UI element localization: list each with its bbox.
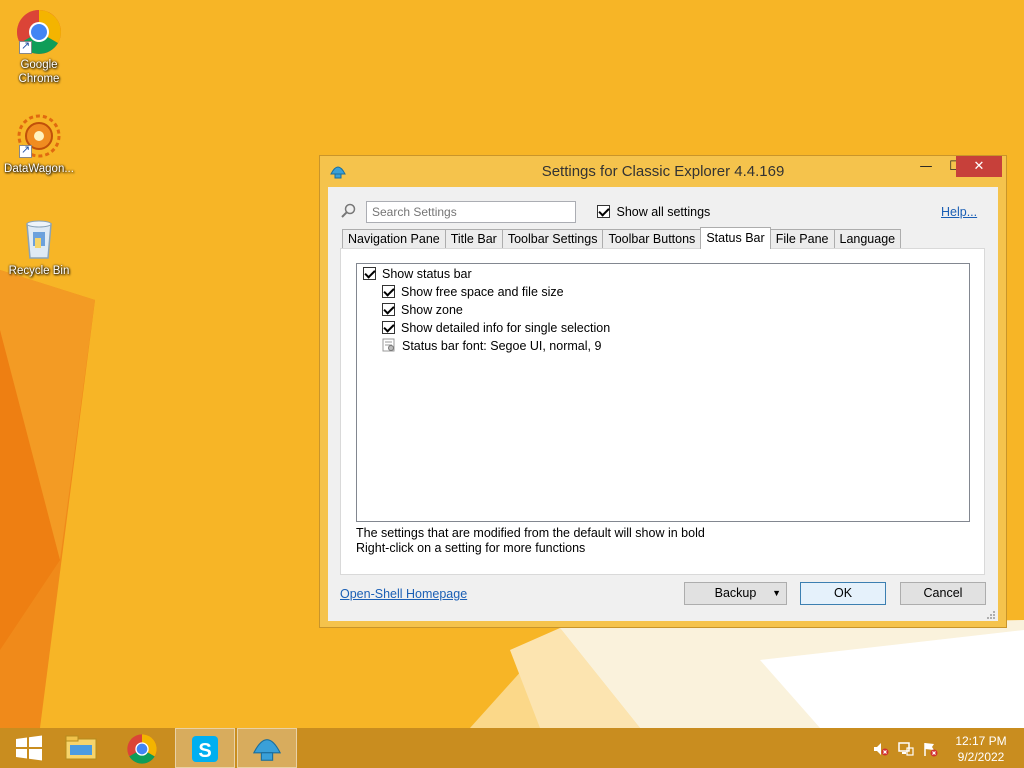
search-icon [340,203,356,219]
shortcut-arrow-icon [19,143,32,158]
setting-label: Show free space and file size [401,285,564,299]
svg-text:S: S [198,740,211,762]
settings-window: Settings for Classic Explorer 4.4.169 — … [319,155,1007,628]
checkbox[interactable] [382,321,395,334]
setting-label: Show detailed info for single selection [401,321,611,335]
shortcut-arrow-icon [19,39,32,54]
action-center-flag-icon[interactable] [922,741,938,757]
taskbar-file-explorer[interactable] [50,728,110,768]
desktop-icon-datawagon[interactable]: DataWagon... [0,112,78,176]
hint-right-click: Right-click on a setting for more functi… [356,541,586,555]
settings-tree[interactable]: Show status bar Show free space and file… [356,263,970,522]
status-bar-tab-panel: Show status bar Show free space and file… [340,248,985,575]
desktop-icon-label: Google Chrome [18,59,60,85]
tab-file-pane[interactable]: File Pane [769,229,835,248]
taskbar-skype[interactable]: S [175,728,235,768]
help-link[interactable]: Help... [941,205,977,219]
checkbox[interactable] [363,267,376,280]
hint-modified-bold: The settings that are modified from the … [356,526,705,540]
system-clock[interactable]: 12:17 PM 9/2/2022 [946,733,1016,765]
setting-show-zone[interactable]: Show zone [382,301,463,319]
show-all-settings-checkbox[interactable]: Show all settings [597,204,710,219]
clock-date: 9/2/2022 [957,750,1005,764]
volume-muted-icon[interactable] [873,741,889,757]
search-settings-input[interactable] [366,201,576,223]
network-icon[interactable] [898,741,914,757]
close-button[interactable]: ✕ [956,156,1002,177]
tab-status-bar[interactable]: Status Bar [700,227,771,249]
setting-status-bar-font[interactable]: Status bar font: Segoe UI, normal, 9 [382,337,601,355]
tab-toolbar-settings[interactable]: Toolbar Settings [501,229,604,248]
desktop-icon-chrome[interactable]: Google Chrome [0,8,78,86]
clock-time: 12:17 PM [955,734,1007,748]
show-all-settings-check[interactable] [597,205,610,219]
resize-grip-icon[interactable] [986,609,996,619]
desktop-icon-label: DataWagon... [4,163,74,175]
setting-show-detailed-info[interactable]: Show detailed info for single selection [382,319,610,337]
dropdown-arrow-icon: ▼ [772,588,781,598]
datawagon-icon [15,112,63,160]
setting-label: Show zone [401,303,463,317]
tab-toolbar-buttons[interactable]: Toolbar Buttons [602,229,702,248]
minimize-button[interactable]: — [912,156,940,177]
open-shell-icon [252,739,282,761]
recycle-bin-icon [15,214,63,262]
title-bar[interactable]: Settings for Classic Explorer 4.4.169 — … [320,156,1006,187]
tab-language[interactable]: Language [833,229,902,248]
tab-navigation-pane[interactable]: Navigation Pane [342,229,446,248]
setting-show-status-bar[interactable]: Show status bar [363,265,472,283]
tab-title-bar[interactable]: Title Bar [444,229,503,248]
setting-show-free-space[interactable]: Show free space and file size [382,283,564,301]
checkbox[interactable] [382,285,395,298]
desktop-icon-label: Recycle Bin [8,265,70,277]
taskbar-open-shell[interactable] [237,728,297,768]
taskbar-chrome[interactable] [112,728,172,768]
setting-label: Status bar font: Segoe UI, normal, 9 [402,339,602,353]
file-explorer-icon [65,735,97,760]
window-title: Settings for Classic Explorer 4.4.169 [541,163,785,180]
setting-label: Show status bar [382,267,472,281]
checkbox[interactable] [382,303,395,316]
desktop-icon-recycle-bin[interactable]: Recycle Bin [0,214,78,278]
backup-button[interactable]: Backup ▼ [684,582,787,605]
taskbar: S 12:17 PM 9/2/2022 [0,728,1024,768]
settings-tabs: Navigation Pane Title Bar Toolbar Settin… [342,227,902,249]
chrome-icon [15,8,63,56]
chrome-icon [127,734,157,764]
ok-button[interactable]: OK [800,582,886,605]
settings-client-area: Show all settings Help... Navigation Pan… [328,187,998,621]
font-settings-icon [382,338,396,352]
show-all-settings-label: Show all settings [616,204,711,219]
backup-button-label: Backup [714,586,757,600]
cancel-button[interactable]: Cancel [900,582,986,605]
windows-start-icon [16,735,42,761]
open-shell-homepage-link[interactable]: Open-Shell Homepage [340,587,467,601]
skype-icon: S [192,736,218,762]
